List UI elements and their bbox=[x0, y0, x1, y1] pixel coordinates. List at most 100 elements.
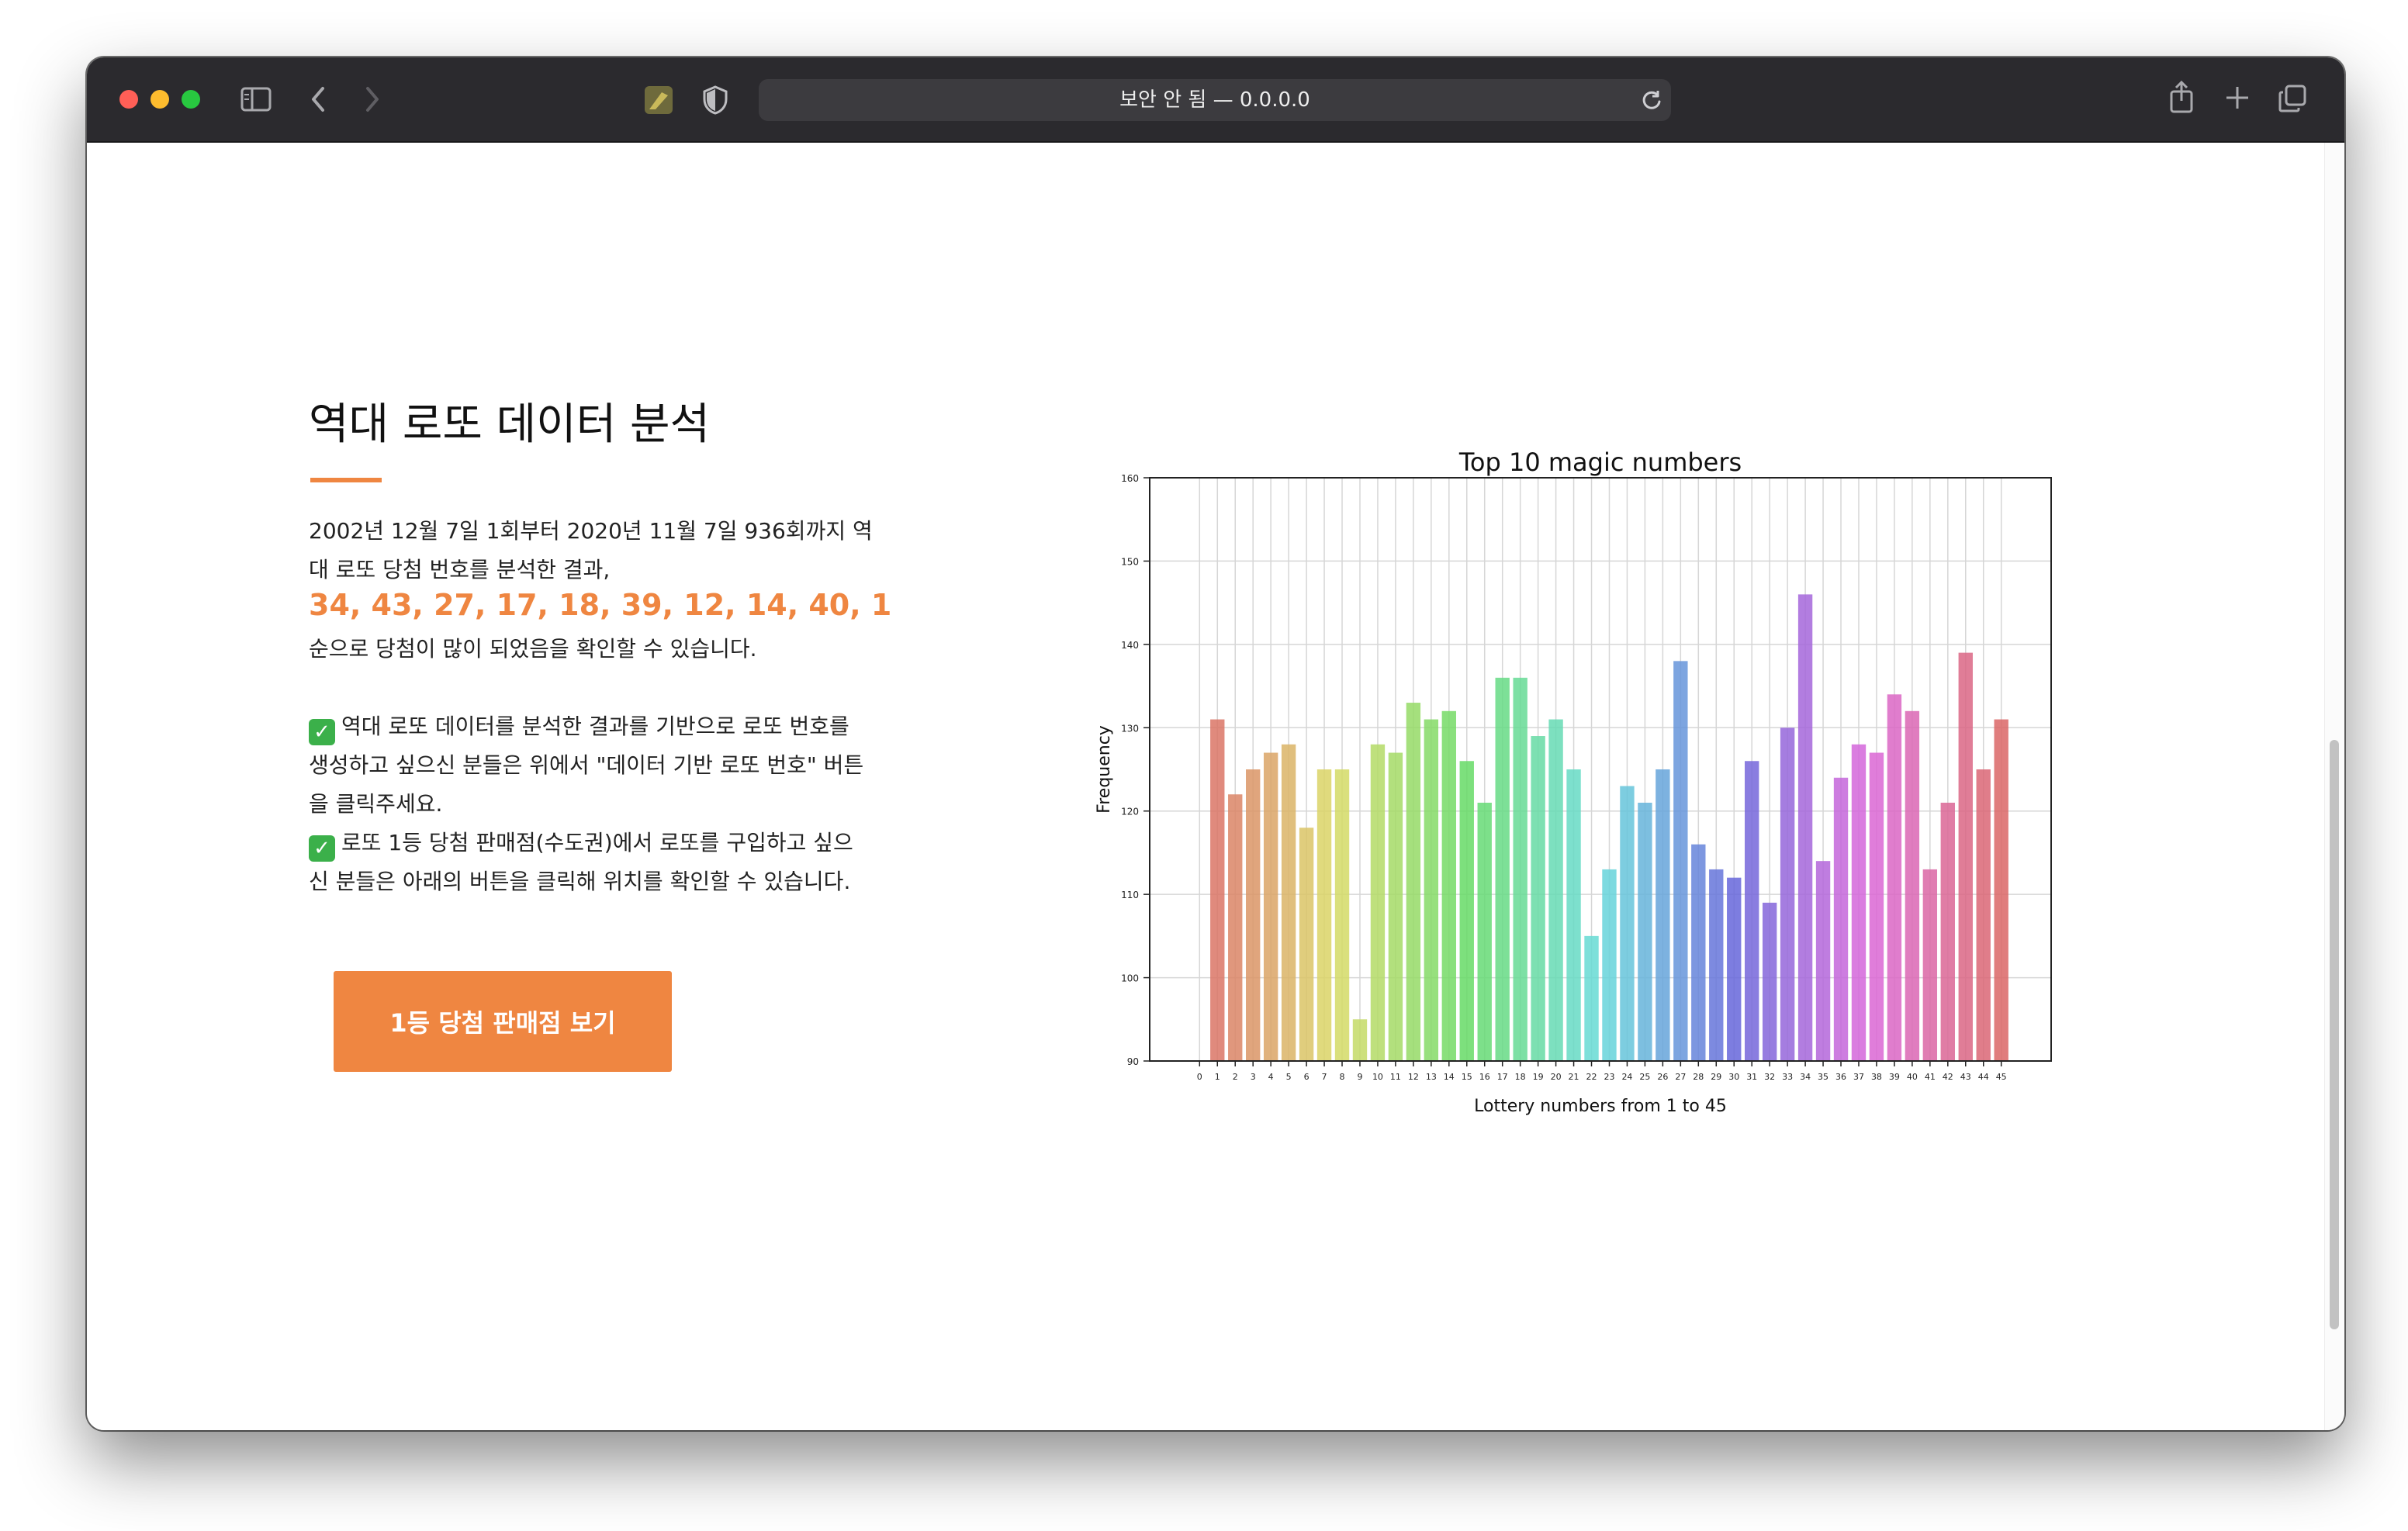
checkmark-icon: ✓ bbox=[309, 719, 335, 745]
bar-40 bbox=[1905, 710, 1920, 1061]
privacy-shield-icon[interactable] bbox=[700, 84, 731, 116]
x-tick-label: 39 bbox=[1889, 1072, 1900, 1082]
bar-7 bbox=[1316, 769, 1332, 1061]
bar-8 bbox=[1334, 769, 1350, 1061]
bar-17 bbox=[1495, 677, 1510, 1061]
note2-line-1: 로또 1등 당첨 판매점(수도권)에서 로또를 구입하고 싶으 bbox=[341, 830, 853, 855]
bar-33 bbox=[1780, 727, 1795, 1061]
x-tick-label: 5 bbox=[1286, 1072, 1292, 1082]
x-tick-label: 30 bbox=[1728, 1072, 1739, 1082]
browser-window: 보안 안 됨 — 0.0.0.0 역대 로또 데이터 분석 2002년 12월 … bbox=[87, 57, 2344, 1430]
x-tick-label: 23 bbox=[1604, 1072, 1614, 1082]
x-tick-label: 1 bbox=[1215, 1072, 1220, 1082]
bar-20 bbox=[1548, 719, 1563, 1061]
bar-10 bbox=[1370, 744, 1386, 1061]
close-window-button[interactable] bbox=[119, 90, 138, 109]
y-tick-label: 140 bbox=[1121, 640, 1139, 651]
x-tick-label: 14 bbox=[1444, 1072, 1455, 1082]
bar-25 bbox=[1638, 802, 1652, 1061]
note2-line-2: 신 분들은 아래의 버튼을 클릭해 위치를 확인할 수 있습니다. bbox=[309, 869, 851, 894]
bar-35 bbox=[1815, 861, 1831, 1061]
scrollbar-thumb[interactable] bbox=[2330, 740, 2339, 1329]
x-tick-label: 42 bbox=[1943, 1072, 1953, 1082]
y-tick-label: 120 bbox=[1121, 807, 1139, 817]
x-tick-label: 36 bbox=[1835, 1072, 1846, 1082]
guidance-notes: ✓ 역대 로또 데이터를 분석한 결과를 기반으로 로또 번호를 생성하고 싶으신… bbox=[309, 707, 883, 901]
x-tick-label: 38 bbox=[1871, 1072, 1882, 1082]
tab-overview-icon[interactable] bbox=[2276, 82, 2309, 115]
x-axis-label: Lottery numbers from 1 to 45 bbox=[1474, 1097, 1727, 1116]
x-tick-label: 45 bbox=[1996, 1072, 2007, 1082]
view-winning-stores-button[interactable]: 1등 당첨 판매점 보기 bbox=[334, 971, 672, 1072]
x-tick-label: 9 bbox=[1357, 1072, 1362, 1082]
bar-23 bbox=[1602, 869, 1617, 1061]
x-tick-label: 25 bbox=[1639, 1072, 1650, 1082]
x-tick-label: 24 bbox=[1621, 1072, 1632, 1082]
bar-15 bbox=[1459, 761, 1474, 1061]
x-tick-label: 27 bbox=[1675, 1072, 1686, 1082]
bar-39 bbox=[1887, 694, 1902, 1061]
title-underline bbox=[310, 478, 382, 482]
minimize-window-button[interactable] bbox=[150, 90, 169, 109]
frequency-bar-chart: 90100110120130140150160 0 1 2 3 4 5 6 7 8 9 10 11 12… bbox=[1095, 448, 2052, 1116]
x-tick-label: 3 bbox=[1251, 1072, 1256, 1082]
bar-19 bbox=[1531, 736, 1545, 1061]
note1-line-3: 을 클릭주세요. bbox=[309, 791, 443, 817]
top-numbers: 34, 43, 27, 17, 18, 39, 12, 14, 40, 1 bbox=[309, 588, 892, 622]
x-tick-label: 18 bbox=[1515, 1072, 1526, 1082]
url-text: 보안 안 됨 — 0.0.0.0 bbox=[1119, 88, 1310, 112]
x-tick-label: 20 bbox=[1551, 1072, 1562, 1082]
x-tick-label: 21 bbox=[1569, 1072, 1579, 1082]
y-tick-label: 90 bbox=[1127, 1056, 1139, 1067]
site-favicon-icon bbox=[642, 84, 675, 116]
bar-24 bbox=[1620, 786, 1635, 1061]
page-title: 역대 로또 데이터 분석 bbox=[309, 399, 711, 450]
x-tick-label: 33 bbox=[1782, 1072, 1793, 1082]
zoom-window-button[interactable] bbox=[182, 90, 200, 109]
bar-18 bbox=[1513, 677, 1527, 1061]
bar-3 bbox=[1246, 769, 1261, 1061]
note1-line-2: 생성하고 싶으신 분들은 위에서 "데이터 기반 로또 번호" 버튼 bbox=[309, 752, 864, 778]
bar-9 bbox=[1352, 1019, 1368, 1061]
new-tab-plus-icon[interactable] bbox=[2222, 82, 2253, 113]
intro-text: 2002년 12월 7일 1회부터 2020년 11월 7일 936회까지 역 … bbox=[309, 512, 883, 589]
x-tick-label: 34 bbox=[1800, 1072, 1811, 1082]
bar-4 bbox=[1263, 752, 1278, 1061]
x-tick-label: 29 bbox=[1711, 1072, 1721, 1082]
address-bar[interactable]: 보안 안 됨 — 0.0.0.0 bbox=[759, 79, 1671, 121]
share-icon[interactable] bbox=[2166, 79, 2197, 115]
bar-42 bbox=[1940, 802, 1955, 1061]
bar-38 bbox=[1869, 752, 1884, 1061]
x-tick-label: 41 bbox=[1925, 1072, 1936, 1082]
y-tick-label: 160 bbox=[1121, 473, 1139, 484]
x-tick-label: 15 bbox=[1462, 1072, 1472, 1082]
bar-36 bbox=[1833, 777, 1849, 1061]
x-tick-label: 43 bbox=[1960, 1072, 1971, 1082]
y-tick-label: 130 bbox=[1121, 723, 1139, 734]
x-tick-label: 13 bbox=[1426, 1072, 1437, 1082]
bar-41 bbox=[1922, 869, 1938, 1061]
reload-icon[interactable] bbox=[1640, 88, 1663, 112]
bar-22 bbox=[1584, 935, 1599, 1061]
conclusion-text: 순으로 당첨이 많이 되었음을 확인할 수 있습니다. bbox=[309, 636, 757, 662]
x-tick-label: 31 bbox=[1746, 1072, 1757, 1082]
x-tick-label: 17 bbox=[1497, 1072, 1508, 1082]
x-tick-label: 22 bbox=[1586, 1072, 1597, 1082]
x-tick-label: 11 bbox=[1390, 1072, 1401, 1082]
bar-45 bbox=[1994, 719, 2008, 1061]
x-tick-label: 8 bbox=[1340, 1072, 1345, 1082]
x-tick-label: 7 bbox=[1322, 1072, 1327, 1082]
intro-line-2: 대 로또 당첨 번호를 분석한 결과, bbox=[309, 557, 611, 582]
back-arrow-icon[interactable] bbox=[304, 84, 332, 115]
x-tick-label: 35 bbox=[1818, 1072, 1828, 1082]
bar-32 bbox=[1762, 902, 1777, 1061]
bar-43 bbox=[1958, 652, 1973, 1061]
x-tick-label: 10 bbox=[1372, 1072, 1383, 1082]
page-scrollbar[interactable] bbox=[2324, 143, 2344, 1430]
x-tick-label: 28 bbox=[1693, 1072, 1704, 1082]
x-tick-label: 4 bbox=[1268, 1072, 1274, 1082]
bar-16 bbox=[1477, 802, 1492, 1061]
forward-arrow-icon[interactable] bbox=[358, 84, 386, 115]
sidebar-toggle-icon[interactable] bbox=[239, 84, 273, 115]
bar-5 bbox=[1281, 744, 1296, 1061]
